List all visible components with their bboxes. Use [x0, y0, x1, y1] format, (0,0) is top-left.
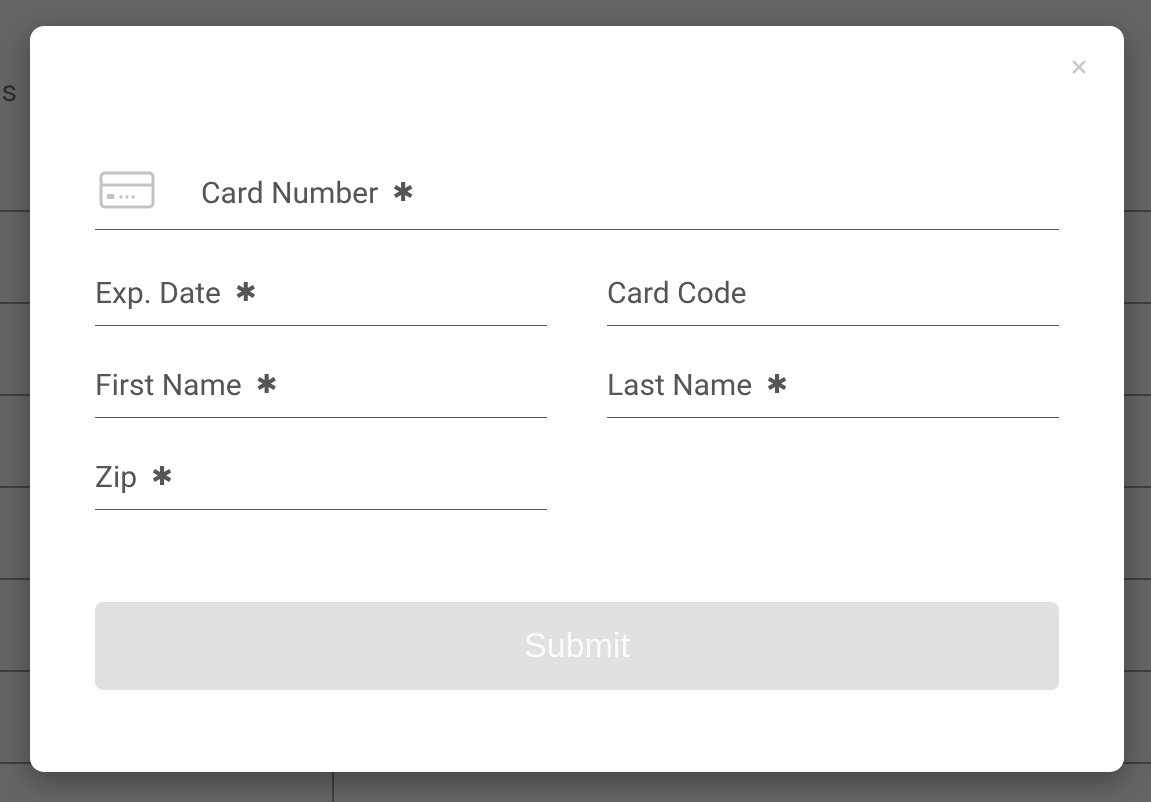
- card-number-field[interactable]: Card Number ✱: [95, 176, 1059, 230]
- required-icon: ✱: [392, 178, 414, 208]
- credit-card-icon: [99, 170, 155, 214]
- first-name-label: First Name: [95, 368, 242, 403]
- card-number-label: Card Number: [201, 176, 378, 211]
- last-name-label: Last Name: [607, 368, 752, 403]
- zip-field[interactable]: Zip ✱: [95, 460, 547, 510]
- close-icon: [1070, 56, 1088, 78]
- payment-form: Card Number ✱ Exp. Date ✱ Card Code Firs…: [95, 176, 1059, 552]
- first-name-field[interactable]: First Name ✱: [95, 368, 547, 418]
- last-name-field[interactable]: Last Name ✱: [607, 368, 1059, 418]
- payment-modal: Card Number ✱ Exp. Date ✱ Card Code Firs…: [30, 26, 1124, 772]
- close-button[interactable]: [1064, 52, 1094, 82]
- submit-button[interactable]: Submit: [95, 602, 1059, 690]
- submit-button-label: Submit: [524, 627, 630, 665]
- required-icon: ✱: [256, 370, 278, 400]
- exp-date-field[interactable]: Exp. Date ✱: [95, 276, 547, 326]
- required-icon: ✱: [151, 462, 173, 492]
- zip-label: Zip: [95, 460, 137, 495]
- required-icon: ✱: [766, 370, 788, 400]
- spacer: [607, 460, 1059, 552]
- exp-date-label: Exp. Date: [95, 276, 221, 311]
- required-icon: ✱: [235, 278, 257, 308]
- card-code-field[interactable]: Card Code: [607, 276, 1059, 326]
- card-code-label: Card Code: [607, 276, 747, 311]
